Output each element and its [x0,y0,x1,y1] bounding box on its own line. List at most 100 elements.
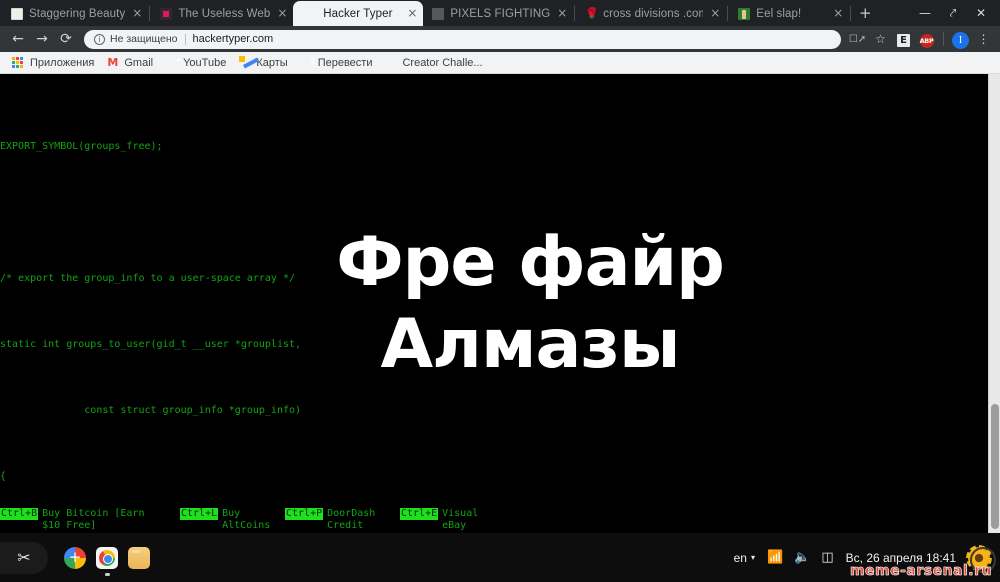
omnibox-divider [184,33,186,45]
close-icon[interactable]: × [275,6,289,21]
chevron-down-icon: ▾ [750,553,755,562]
bookmark-label: Перевести [317,56,373,69]
translate-icon[interactable]: ☐➚ [847,29,868,50]
browser-tab-the-useless-web[interactable]: The Useless Web × [151,1,293,26]
taskbar-app-list [64,546,150,576]
tab-divider [850,5,852,21]
bookmark-label: Creator Challe... [402,56,483,69]
hotkey-label: Buy AltCoins [222,508,271,531]
scissors-icon[interactable]: ✂ [0,541,48,574]
close-icon[interactable]: × [555,6,569,21]
tab-title: Eel slap! [756,7,802,20]
youtube-icon [165,56,178,69]
bookmark-label: Карты [256,56,288,69]
bookmark-gmail[interactable]: M Gmail [100,54,159,72]
hotkey-visual-ebay[interactable]: Ctrl+E Visual eBay [400,508,510,531]
hacker-typer-code[interactable]: EXPORT_SYMBOL(groups_free); /* export th… [0,74,988,533]
tab-title: The Useless Web [178,7,271,20]
address-bar[interactable]: i Не защищено hackertyper.com [84,29,841,49]
apps-grid-icon [12,56,25,69]
hotkey-strip: Ctrl+B Buy Bitcoin [Earn $10 Free] Ctrl+… [0,508,988,531]
security-status-label: Не защищено [110,33,178,45]
close-window-button[interactable]: ✕ [968,1,994,25]
tab-title: Hacker Typer [323,7,393,20]
screen-root: Staggering Beauty × The Useless Web × Ha… [0,0,1000,582]
scrollbar-thumb[interactable] [991,404,999,529]
back-button[interactable]: ← [6,27,30,51]
bookmark-star-icon[interactable]: ☆ [870,29,891,50]
page-scrollbar[interactable] [988,74,1000,533]
tab-divider [149,5,151,21]
translate-icon [300,56,313,69]
extension-adblock-icon[interactable]: ABP [916,29,937,50]
battery-icon[interactable]: ◫ [821,550,833,565]
language-label: en [733,550,747,565]
close-icon[interactable]: × [405,6,419,21]
bookmark-creator-challenge[interactable]: Creator Challe... [378,54,488,72]
toolbar-divider [943,32,944,46]
files-app-icon[interactable] [128,546,150,569]
url-text: hackertyper.com [192,33,274,45]
tab-title: cross divisions .com [603,7,704,20]
language-indicator[interactable]: en ▾ [734,551,755,565]
bookmark-maps[interactable]: Карты [232,54,293,72]
forward-button[interactable]: → [30,27,54,51]
hotkey-label: DoorDash Credit [327,508,382,531]
close-icon[interactable]: × [708,6,722,21]
bookmark-label: Приложения [30,56,95,69]
taskbar: ✂ en ▾ 📶 🔈 ◫ Вс, 26 апреля 18:41 [0,533,1000,582]
browser-tab-hacker-typer[interactable]: Hacker Typer × [293,1,424,26]
extension-e-badge: E [897,33,910,47]
restore-button[interactable]: ⤤ [940,1,966,25]
running-indicator [104,572,110,576]
browser-tab-staggering-beauty[interactable]: Staggering Beauty × [2,1,148,26]
chrome-app-icon[interactable] [96,546,118,576]
code-line: /* export the group_info to a user-space… [0,273,296,284]
bookmark-apps[interactable]: Приложения [6,54,100,72]
chrome-menu-icon[interactable]: ⋮ [973,29,994,50]
hotkey-label: Visual eBay [442,508,485,531]
bookmark-youtube[interactable]: YouTube [159,54,232,72]
not-secure-info-icon[interactable]: i [94,33,105,45]
toolbar-actions: ☐➚ ☆ E ABP I ⋮ [847,29,994,50]
bookmark-label: YouTube [183,56,227,69]
avatar[interactable]: I [950,29,971,50]
hotkey-key: Ctrl+E [400,508,439,520]
wifi-icon[interactable]: 📶 [767,550,783,565]
browser-tab-cross-divisions[interactable]: 🌹 cross divisions .com × [576,1,726,26]
photos-app-icon[interactable] [64,546,86,569]
gmail-icon: M [107,56,119,69]
window-controls: — ⤤ ✕ [912,0,1000,26]
adblock-badge: ABP [919,33,934,48]
gray-circle-icon [432,7,445,20]
close-icon[interactable]: × [831,6,845,21]
browser-tab-eel-slap[interactable]: Eel slap! × [729,1,849,26]
browser-tab-pixels-fighting[interactable]: PIXELS FIGHTING × [423,1,573,26]
maps-icon [238,56,251,69]
hotkey-key: Ctrl+P [285,508,324,520]
system-tray: 📶 🔈 ◫ [767,550,834,565]
profile-initial: I [952,31,969,49]
hotkey-buy-bitcoin[interactable]: Ctrl+B Buy Bitcoin [Earn $10 Free] [0,508,180,531]
tab-strip: Staggering Beauty × The Useless Web × Ha… [0,0,1000,26]
close-icon[interactable]: × [130,6,144,21]
page-viewport[interactable]: EXPORT_SYMBOL(groups_free); /* export th… [0,74,1000,533]
bookmark-label: Gmail [124,56,154,69]
taskbar-left: ✂ [0,541,150,576]
new-tab-button[interactable]: + [852,2,878,26]
minimize-button[interactable]: — [912,1,938,25]
hotkey-doordash-credit[interactable]: Ctrl+P DoorDash Credit [285,508,400,531]
hotkey-buy-altcoins[interactable]: Ctrl+L Buy AltCoins [180,508,285,531]
extension-e-icon[interactable]: E [893,29,914,50]
code-line: { [0,471,7,482]
volume-icon[interactable]: 🔈 [794,550,810,565]
browser-window: Staggering Beauty × The Useless Web × Ha… [0,0,1000,533]
hotkey-key: Ctrl+L [180,508,219,520]
hotkey-label: Buy Bitcoin [Earn $10 Free] [42,508,151,531]
tab-title: Staggering Beauty [29,7,126,20]
rose-icon: 🌹 [585,7,599,20]
bookmark-translate[interactable]: Перевести [294,54,379,72]
eel-icon [738,7,751,20]
reload-button[interactable]: ⟳ [54,27,78,51]
